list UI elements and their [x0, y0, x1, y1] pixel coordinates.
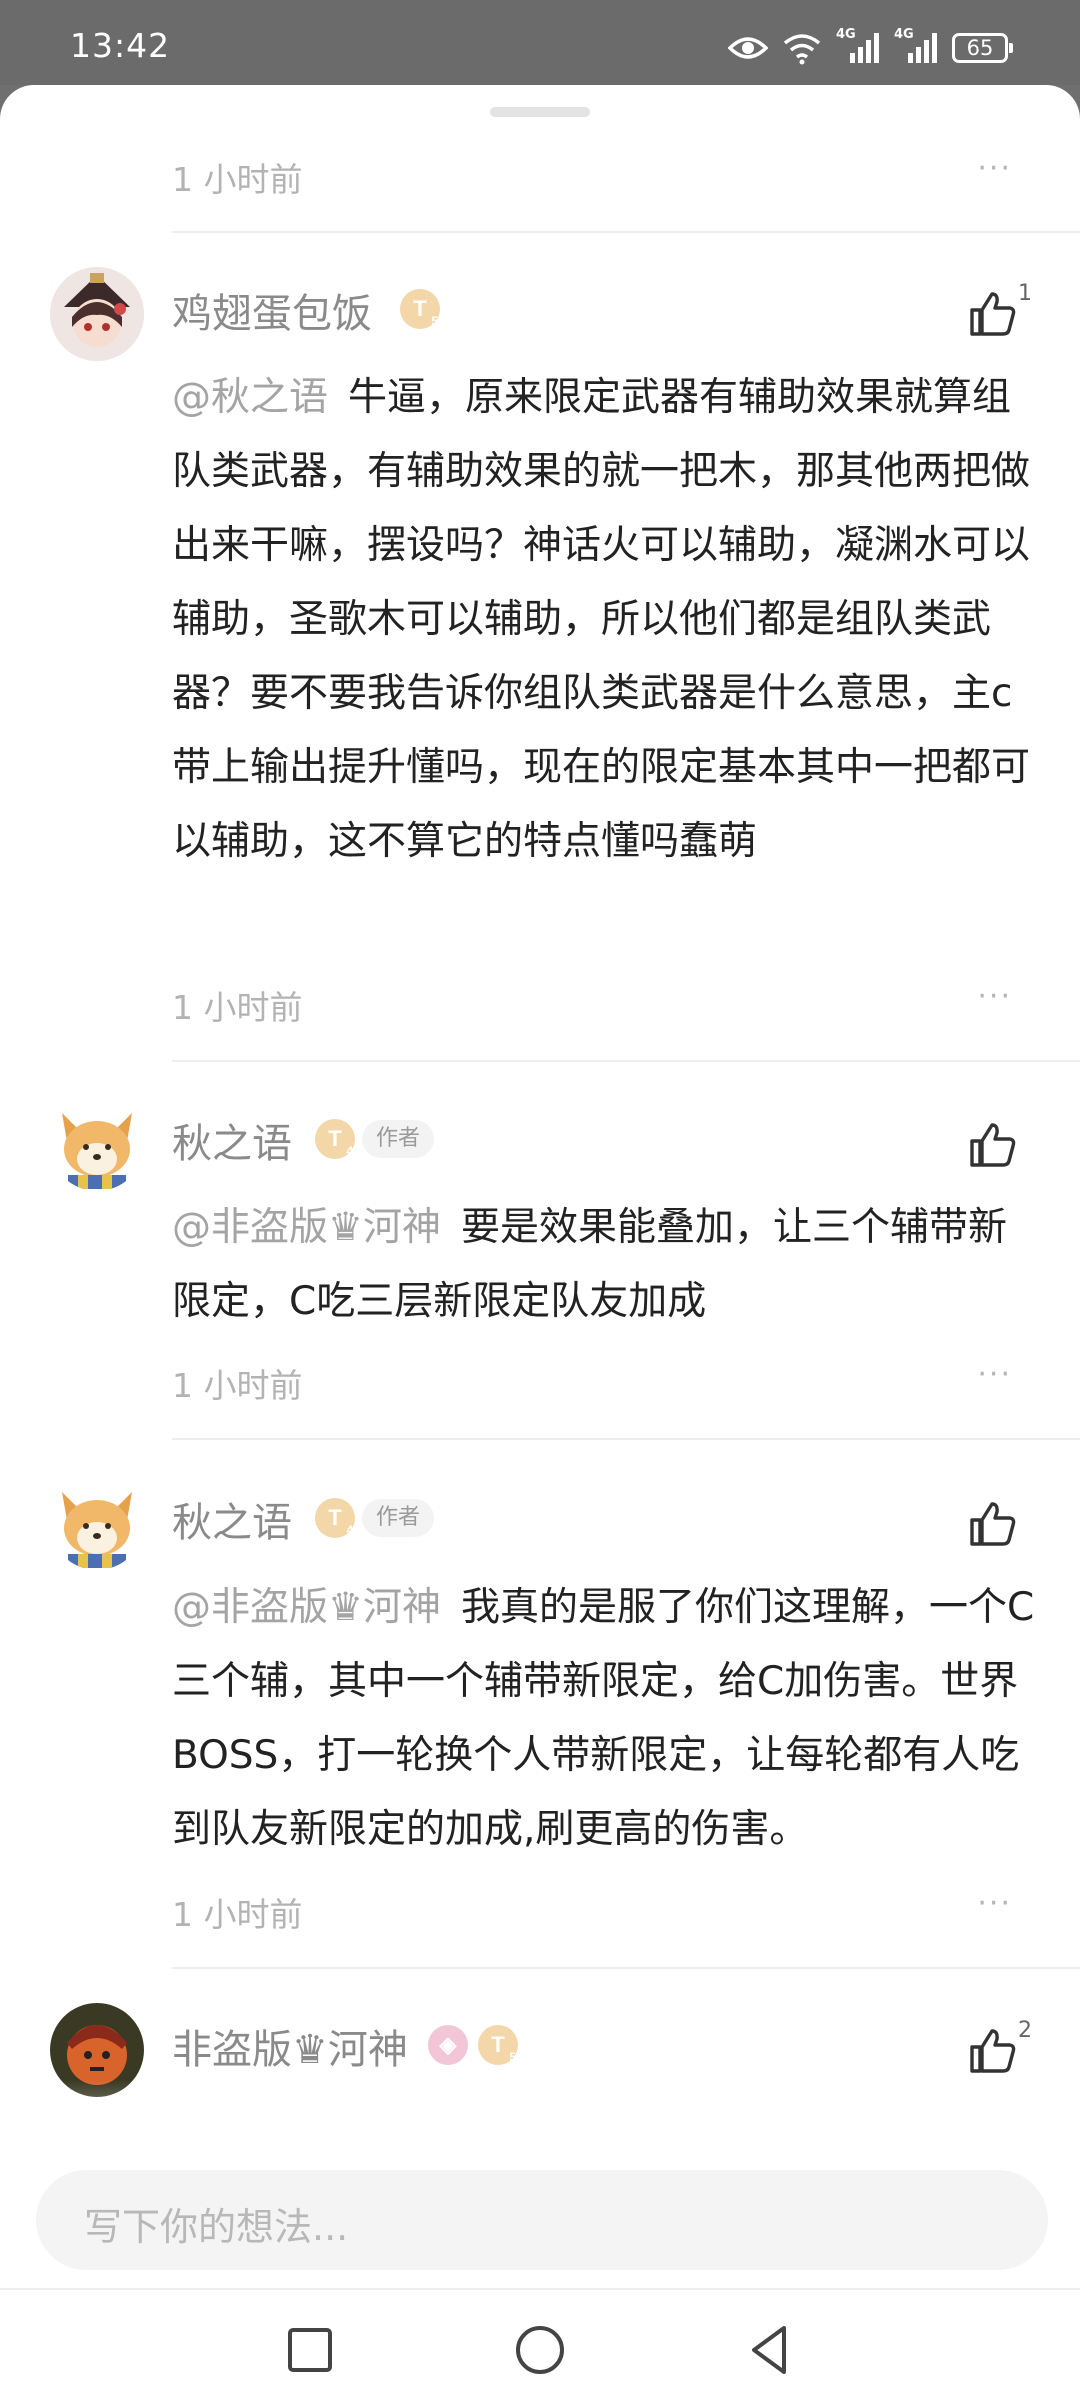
comment-composer: 写下你的想法...: [0, 2110, 1080, 2290]
divider: [172, 1060, 1080, 1062]
recents-square-icon[interactable]: [280, 2320, 340, 2380]
comment-author[interactable]: 秋之语: [172, 1490, 292, 1548]
eye-icon: [728, 37, 768, 59]
comment-author[interactable]: 秋之语: [172, 1111, 292, 1169]
more-icon[interactable]: ···: [977, 1886, 1012, 1921]
avatar[interactable]: [50, 267, 144, 361]
status-time: 13:42: [70, 26, 171, 65]
status-icons: 4G 4G 65: [728, 27, 1013, 68]
mention-link[interactable]: @秋之语: [172, 375, 328, 420]
signal-icon: 4G: [894, 27, 938, 65]
like-icon[interactable]: [968, 1121, 1018, 1169]
divider: [172, 1438, 1080, 1440]
comment-input-placeholder: 写下你的想法...: [84, 2205, 349, 2249]
comment-meta: 1 小时前 ···: [172, 975, 1032, 1027]
comment-timestamp: 1 小时前: [172, 1895, 303, 1934]
author-tag: 作者: [362, 1120, 435, 1158]
home-circle-icon[interactable]: [510, 2320, 570, 2380]
game-badge-icon: ◈: [428, 2025, 468, 2065]
comment-timestamp: 1 小时前: [172, 160, 303, 199]
level-badge: T5: [400, 289, 440, 329]
level-badge: T4: [315, 1498, 355, 1538]
wifi-icon: [783, 34, 821, 65]
like-icon[interactable]: [968, 1500, 1018, 1548]
like-icon[interactable]: [968, 290, 1018, 338]
comment-meta: 1 小时前 ···: [172, 1353, 1032, 1405]
comment-text: @非盗版♛河神 要是效果能叠加，让三个辅带新限定，C吃三层新限定队友加成: [172, 1205, 1007, 1324]
mention-link[interactable]: @非盗版♛河神: [172, 1205, 441, 1250]
divider: [172, 1967, 1080, 1969]
comment-text: @秋之语 牛逼，原来限定武器有辅助效果就算组队类武器，有辅助效果的就一把木，那其他…: [172, 375, 1031, 864]
more-icon[interactable]: ···: [977, 151, 1012, 186]
comments-sheet: 1 小时前 ··· 鸡翅蛋包饭 T5 1 @秋之语 牛逼，原来限定武器有辅助效果就…: [0, 85, 1080, 2400]
comment-author[interactable]: 鸡翅蛋包饭: [172, 281, 372, 339]
avatar[interactable]: [50, 1476, 144, 1570]
comment-timestamp: 1 小时前: [172, 1366, 303, 1405]
more-icon[interactable]: ···: [977, 1357, 1012, 1392]
like-count: 2: [1018, 2018, 1032, 2043]
sheet-drag-handle[interactable]: [490, 107, 590, 117]
back-triangle-icon[interactable]: [740, 2320, 800, 2380]
comment-author[interactable]: 非盗版♛河神: [172, 2017, 408, 2075]
comment-text: @非盗版♛河神 我真的是服了你们这理解，一个C三个辅，其中一个辅带新限定，给C加伤…: [172, 1585, 1035, 1852]
comment-meta: 1 小时前 ···: [172, 147, 1032, 199]
comment-meta: 1 小时前 ···: [172, 1882, 1032, 1934]
system-nav-bar: [0, 2288, 1080, 2400]
mention-link[interactable]: @非盗版♛河神: [172, 1585, 441, 1630]
level-badge: T4: [315, 1119, 355, 1159]
level-badge: T5: [478, 2025, 518, 2065]
signal-icon: 4G: [836, 27, 880, 65]
like-count: 1: [1018, 281, 1032, 306]
avatar[interactable]: [50, 1097, 144, 1191]
author-tag: 作者: [362, 1499, 435, 1537]
comment-input[interactable]: 写下你的想法...: [36, 2170, 1048, 2270]
more-icon[interactable]: ···: [977, 979, 1012, 1014]
like-icon[interactable]: [968, 2027, 1018, 2075]
battery-icon: 65: [952, 33, 1013, 63]
divider: [172, 231, 1080, 233]
comment-timestamp: 1 小时前: [172, 988, 303, 1027]
status-bar: 13:42 4G 4G 65: [0, 0, 1080, 85]
battery-level: 65: [966, 36, 994, 60]
